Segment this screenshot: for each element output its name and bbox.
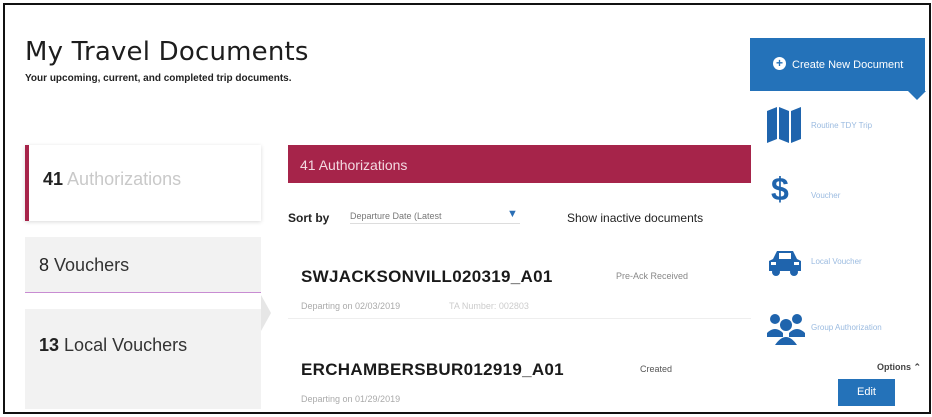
sidebar-item-count: 41	[43, 169, 64, 189]
options-menu[interactable]: Options ⌃	[877, 362, 921, 373]
chevron-icon: ⌃	[913, 362, 922, 372]
sidebar-item-count: 13	[39, 335, 60, 355]
document-status: Pre-Ack Received	[616, 271, 689, 281]
sidebar-item-vouchers[interactable]: 8 Vouchers	[25, 237, 261, 293]
map-icon[interactable]	[767, 107, 801, 148]
show-inactive-toggle[interactable]: Show inactive documents	[567, 211, 703, 225]
travel-documents-page: My Travel Documents Your upcoming, curre…	[3, 3, 931, 414]
sidebar-item-label: Vouchers	[54, 255, 130, 275]
group-authorization-link[interactable]: Group Authorization	[811, 323, 882, 332]
sort-by-label: Sort by	[288, 211, 330, 225]
chevron-down-icon[interactable]: ▼	[507, 208, 518, 220]
dropdown-caret	[908, 91, 926, 100]
document-name[interactable]: SWJACKSONVILL020319_A01	[301, 267, 553, 287]
sidebar-item-authorizations[interactable]: 41 Authorizations	[25, 145, 261, 221]
document-name[interactable]: ERCHAMBERSBUR012919_A01	[301, 360, 564, 380]
document-departure: Departing on 02/03/2019	[301, 301, 401, 311]
document-departure: Departing on 01/29/2019	[301, 394, 401, 404]
group-icon[interactable]	[767, 313, 805, 352]
page-subtitle: Your upcoming, current, and completed tr…	[25, 73, 292, 84]
section-header-bar: 41 Authorizations	[288, 145, 751, 183]
dollar-icon[interactable]: $	[771, 171, 789, 208]
edit-button[interactable]: Edit	[838, 379, 895, 406]
options-label: Options	[877, 362, 911, 372]
document-status: Created	[640, 364, 673, 374]
sidebar-item-count: 8	[39, 255, 50, 275]
document-type-sidebar: 41 Authorizations 8 Vouchers 13 Local Vo…	[25, 145, 271, 412]
document-ta-number: TA Number: 002803	[449, 301, 529, 311]
sidebar-item-label: Local Vouchers	[64, 335, 188, 355]
sidebar-item-local-vouchers[interactable]: 13 Local Vouchers	[25, 309, 261, 409]
row-divider	[288, 318, 751, 319]
routine-tdy-trip-link[interactable]: Routine TDY Trip	[811, 121, 872, 130]
car-icon[interactable]	[767, 249, 803, 282]
sort-select[interactable]: Departure Date (Latest	[350, 211, 520, 224]
active-item-pointer	[261, 295, 271, 331]
plus-icon: +	[773, 57, 786, 70]
local-voucher-link[interactable]: Local Voucher	[811, 257, 862, 266]
voucher-link[interactable]: Voucher	[811, 191, 840, 200]
page-title: My Travel Documents	[25, 37, 309, 67]
sidebar-item-label: Authorizations	[67, 169, 182, 189]
